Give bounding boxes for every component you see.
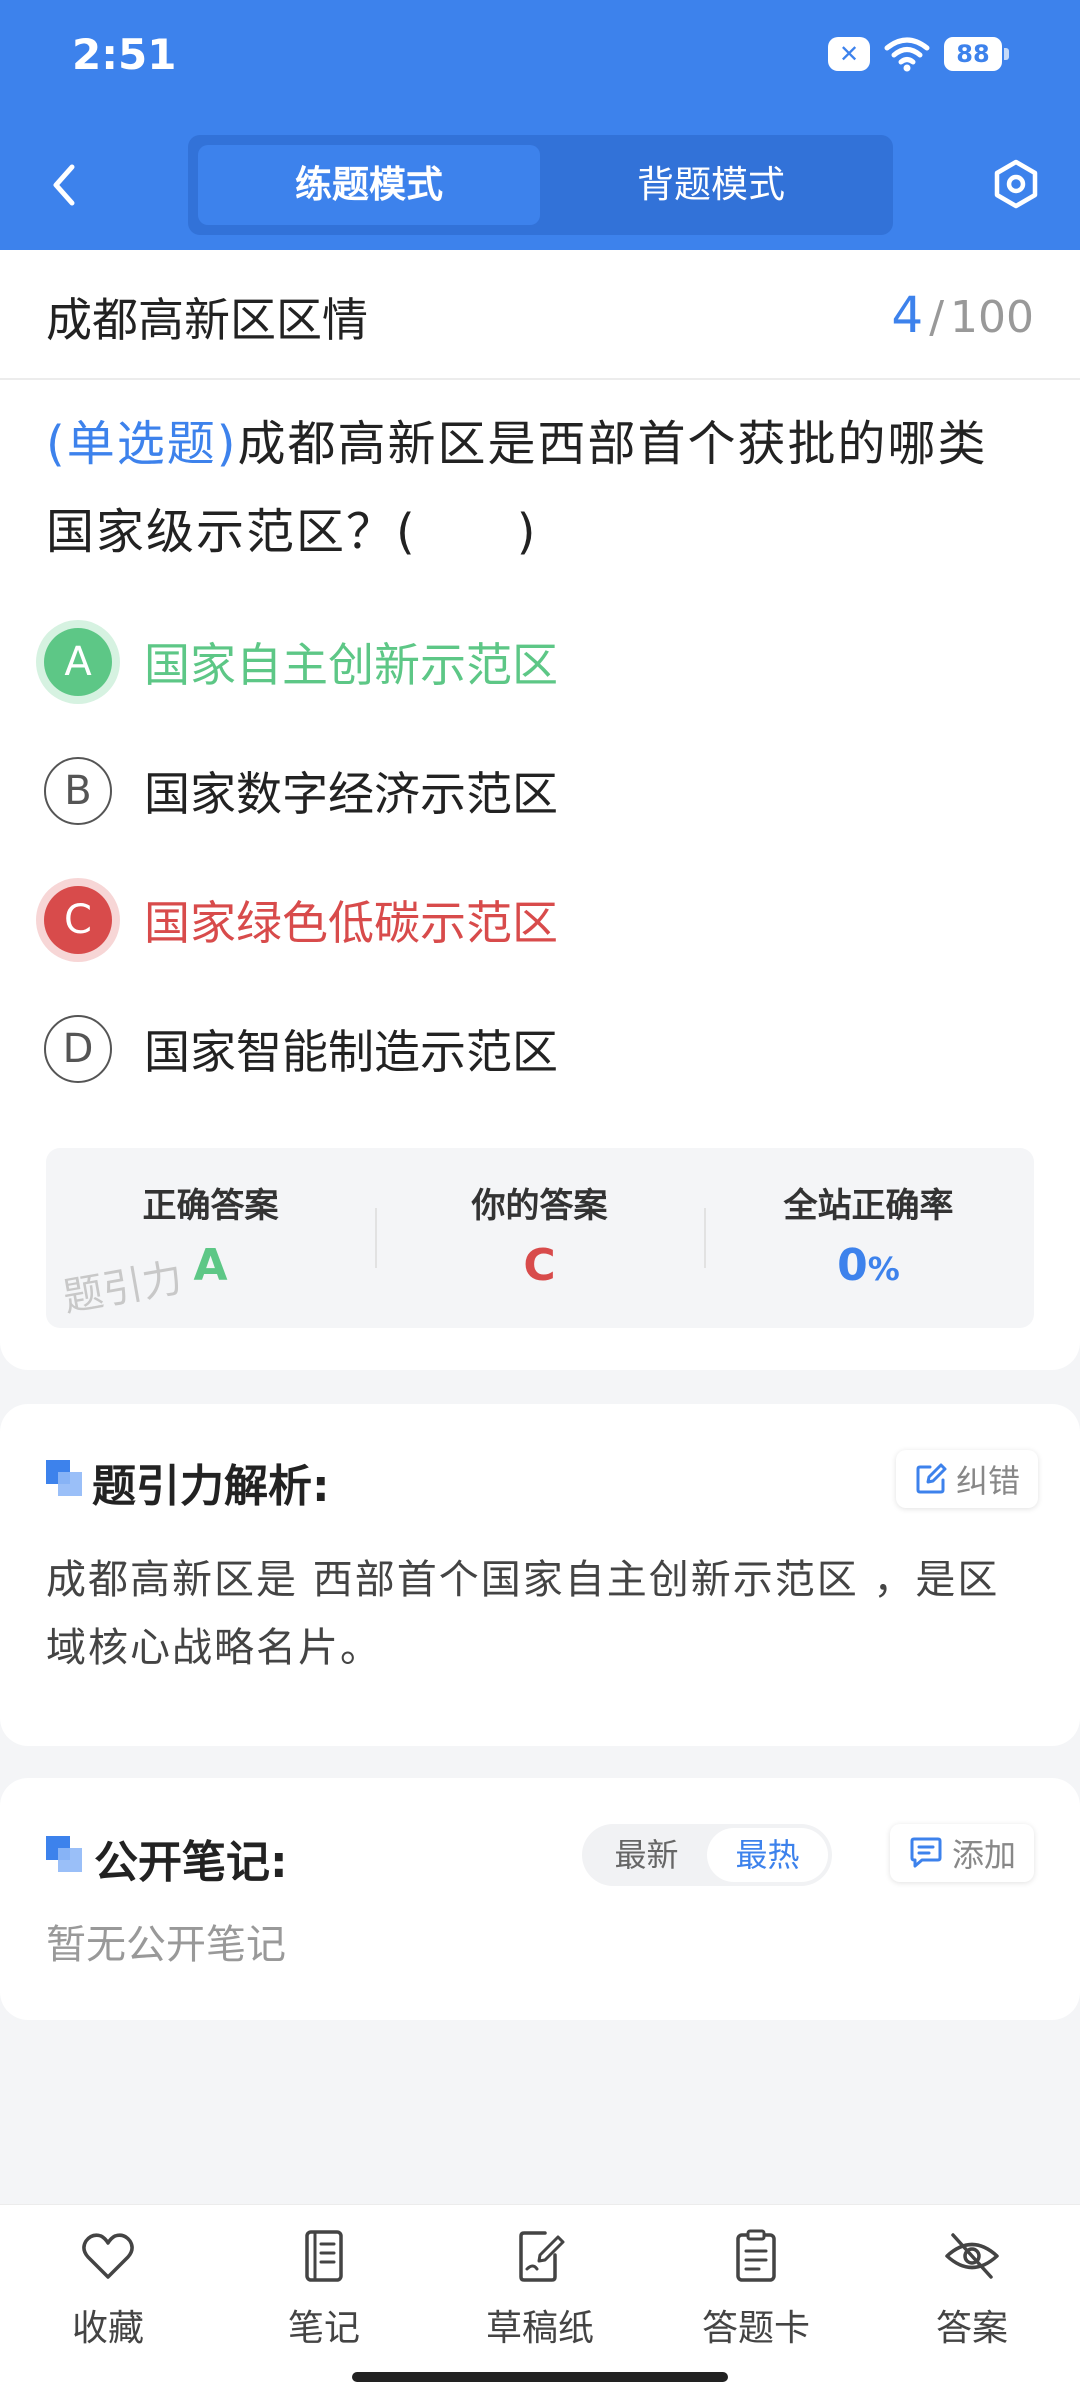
close-badge-icon: ✕ — [828, 37, 870, 71]
accuracy-value: 0% — [704, 1240, 1033, 1291]
report-error-button[interactable]: 纠错 — [896, 1450, 1039, 1508]
question-progress: 4/100 — [891, 286, 1034, 344]
add-note-label: 添加 — [952, 1836, 1017, 1874]
notes-title: 公开笔记: — [94, 1837, 288, 1888]
topic-row: 成都高新区区情 4/100 — [0, 250, 1080, 380]
nav-favorite[interactable]: 收藏 — [28, 2227, 188, 2367]
sort-newest-button[interactable]: 最新 — [586, 1828, 707, 1882]
topic-title: 成都高新区区情 — [46, 293, 368, 347]
tab-practice-mode[interactable]: 练题模式 — [198, 145, 540, 225]
status-icons: ✕ 88 — [828, 36, 1009, 72]
eye-off-icon — [945, 2233, 999, 2279]
analysis-title: 题引力解析: — [92, 1461, 330, 1512]
option-a[interactable]: A 国家自主创新示范区 — [44, 622, 944, 702]
tab-memorize-mode[interactable]: 背题模式 — [540, 145, 882, 225]
nav-label: 笔记 — [287, 2308, 360, 2349]
nav-label: 答案 — [935, 2308, 1008, 2349]
battery-icon: 88 — [944, 37, 1009, 71]
option-key: C — [44, 886, 112, 954]
nav-show-answer[interactable]: 答案 — [892, 2227, 1052, 2367]
option-text: 国家智能制造示范区 — [144, 1025, 558, 1079]
heart-icon — [82, 2233, 134, 2279]
option-c[interactable]: C 国家绿色低碳示范区 — [44, 880, 944, 960]
nav-label: 草稿纸 — [485, 2308, 594, 2349]
back-button[interactable] — [40, 155, 90, 215]
nav-notes[interactable]: 笔记 — [244, 2227, 404, 2367]
accuracy-number: 0 — [837, 1240, 868, 1291]
option-b[interactable]: B 国家数字经济示范区 — [44, 751, 944, 831]
comment-icon — [910, 1837, 942, 1868]
accuracy-column: 全站正确率 0% — [704, 1148, 1033, 1328]
accuracy-label: 全站正确率 — [783, 1186, 954, 1226]
mode-switch: 练题模式 背题模式 — [188, 135, 893, 235]
accuracy-unit: % — [867, 1250, 900, 1288]
your-answer-value: C — [523, 1240, 556, 1291]
wifi-icon — [884, 37, 930, 72]
answer-card-icon — [736, 2229, 776, 2282]
section-marker-icon — [46, 1836, 82, 1872]
question-type: (单选题) — [46, 416, 238, 472]
question-text: (单选题)成都高新区是西部首个获批的哪类国家级示范区？( ) — [46, 400, 1036, 576]
option-text: 国家绿色低碳示范区 — [144, 896, 558, 950]
nav-answer-card[interactable]: 答题卡 — [676, 2227, 836, 2367]
progress-separator: / — [929, 292, 945, 343]
option-key: D — [44, 1015, 112, 1083]
add-note-button[interactable]: 添加 — [890, 1824, 1035, 1882]
nav-label: 收藏 — [71, 2308, 144, 2349]
nav-draft-paper[interactable]: 草稿纸 — [460, 2227, 620, 2367]
option-key: A — [44, 628, 112, 696]
nav-label: 答题卡 — [701, 2308, 810, 2349]
draft-paper-icon — [519, 2231, 565, 2282]
analysis-card: 题引力解析: 纠错 成都高新区是 西部首个国家自主创新示范区 ，是区域核心战略名… — [0, 1404, 1080, 1746]
option-text: 国家自主创新示范区 — [144, 638, 558, 692]
your-answer-column: 你的答案 C — [375, 1148, 704, 1328]
notes-sort-toggle: 最新 最热 — [582, 1824, 832, 1886]
app-header: 2:51 ✕ 88 练题模式 背题模式 — [0, 0, 1080, 250]
section-marker-icon — [46, 1460, 82, 1496]
status-time: 2:51 — [72, 30, 177, 79]
question-card: 成都高新区区情 4/100 (单选题)成都高新区是西部首个获批的哪类国家级示范区… — [0, 250, 1080, 1370]
progress-current: 4 — [891, 286, 924, 344]
notebook-icon — [305, 2230, 343, 2282]
edit-icon — [916, 1463, 947, 1494]
your-answer-label: 你的答案 — [471, 1186, 608, 1226]
notes-empty-text: 暂无公开笔记 — [46, 1922, 286, 1968]
option-text: 国家数字经济示范区 — [144, 767, 558, 821]
public-notes-card: 公开笔记: 最新 最热 添加 暂无公开笔记 — [0, 1778, 1080, 2020]
answer-summary: 正确答案 A 你的答案 C 全站正确率 0% 题引力 — [46, 1148, 1034, 1328]
settings-icon[interactable] — [990, 158, 1042, 210]
home-indicator[interactable] — [352, 2372, 728, 2382]
correct-answer-label: 正确答案 — [142, 1186, 279, 1226]
analysis-text: 成都高新区是 西部首个国家自主创新示范区 ，是区域核心战略名片。 — [46, 1557, 1000, 1671]
progress-total: 100 — [950, 292, 1034, 343]
sort-hottest-button[interactable]: 最热 — [707, 1828, 828, 1882]
option-d[interactable]: D 国家智能制造示范区 — [44, 1009, 944, 1089]
option-key: B — [44, 757, 112, 825]
report-error-label: 纠错 — [956, 1462, 1021, 1500]
